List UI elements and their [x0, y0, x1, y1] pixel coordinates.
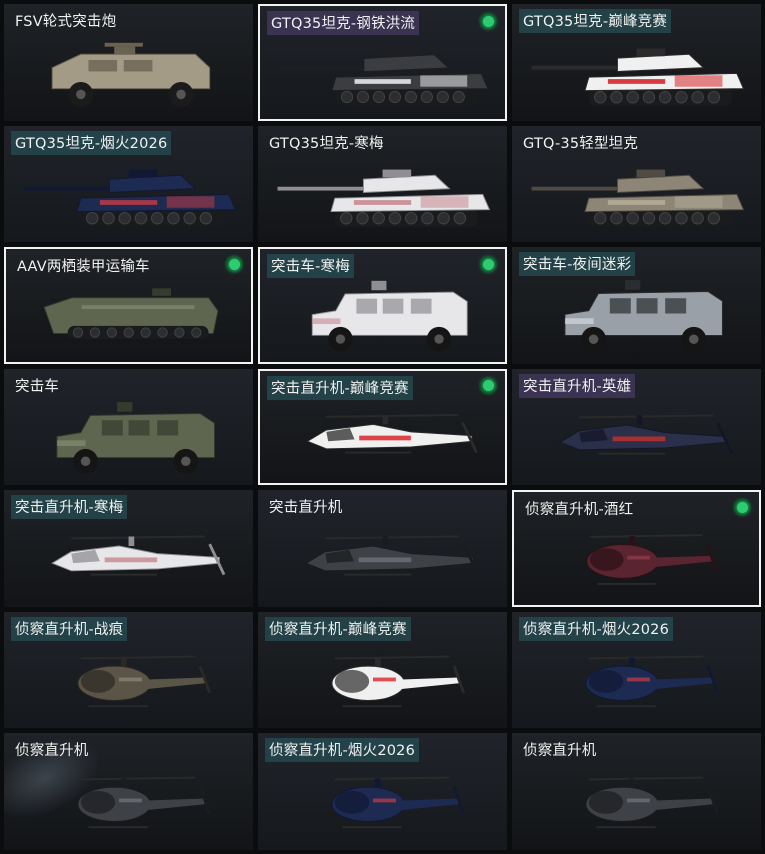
vehicle-image [258, 632, 507, 729]
vehicle-card[interactable]: GTQ35坦克-烟火2026 [4, 125, 253, 243]
vehicle-name: GTQ35坦克-寒梅 [269, 135, 384, 152]
vehicle-card[interactable]: 侦察直升机 [4, 733, 253, 850]
vehicle-card[interactable]: GTQ35坦克-钢铁洪流 [258, 4, 507, 121]
scout-helicopter-illustration [331, 655, 465, 707]
vehicle-image [4, 24, 253, 121]
scout-helicopter-illustration [585, 655, 719, 707]
vehicle-image [6, 269, 251, 362]
tank-illustration [531, 48, 745, 106]
tank-illustration [279, 48, 489, 106]
vehicle-name: GTQ35坦克-巅峰竞赛 [519, 9, 672, 33]
vehicle-image [260, 26, 505, 119]
vehicle-card[interactable]: 侦察直升机-烟火2026 [258, 733, 507, 850]
vehicle-card[interactable]: AAV两栖装甲运输车 [4, 247, 253, 364]
vehicle-card[interactable]: 侦察直升机-战痕 [4, 611, 253, 729]
tank-illustration [23, 169, 237, 228]
scout-helicopter-illustration [77, 776, 211, 829]
tank-illustration [277, 169, 491, 228]
vehicle-image [260, 391, 505, 484]
scout-helicopter-illustration [77, 655, 211, 707]
vehicle-card[interactable]: 突击车 [4, 368, 253, 486]
attack-helicopter-illustration [51, 535, 226, 576]
vehicle-name: 侦察直升机-战痕 [11, 616, 128, 641]
assault-vehicle-illustration [311, 280, 468, 352]
vehicle-card[interactable]: 突击车-寒梅 [258, 247, 507, 364]
vehicle-skin-grid: FSV轮式突击炮 GTQ35坦克-钢铁洪流 GTQ35坦克-巅峰竞赛 GTQ35… [4, 4, 761, 850]
vehicle-image [512, 632, 761, 729]
vehicle-name: 侦察直升机-酒红 [525, 502, 634, 519]
attack-helicopter-illustration [559, 414, 734, 455]
scout-helicopter-illustration [331, 776, 465, 829]
vehicle-image [512, 753, 761, 850]
scout-helicopter-illustration [586, 534, 718, 585]
vehicle-name: GTQ35坦克-烟火2026 [11, 130, 172, 155]
scout-helicopter-illustration [585, 776, 719, 829]
vehicle-name: 突击直升机-巅峰竞赛 [267, 375, 413, 400]
vehicle-card[interactable]: GTQ35坦克-巅峰竞赛 [512, 4, 761, 121]
vehicle-name: GTQ-35轻型坦克 [523, 135, 639, 152]
vehicle-name: 侦察直升机-烟火2026 [265, 738, 420, 763]
vehicle-card[interactable]: GTQ35坦克-寒梅 [258, 125, 507, 243]
vehicle-name: GTQ35坦克-钢铁洪流 [267, 11, 420, 35]
vehicle-name: 侦察直升机 [15, 743, 89, 760]
vehicle-name: 侦察直升机-烟火2026 [519, 616, 674, 641]
vehicle-name: AAV两栖装甲运输车 [17, 259, 150, 276]
vehicle-image [258, 146, 507, 243]
vehicle-image [4, 389, 253, 486]
vehicle-name: 突击车-寒梅 [267, 254, 354, 279]
attack-helicopter-illustration [305, 535, 480, 576]
vehicle-name: 侦察直升机 [523, 743, 597, 760]
vehicle-card[interactable]: 侦察直升机-酒红 [512, 490, 761, 607]
vehicle-name: 突击直升机-寒梅 [11, 495, 128, 520]
vehicle-image [258, 510, 507, 607]
vehicle-name: 突击直升机-英雄 [519, 373, 636, 398]
vehicle-card[interactable]: 侦察直升机 [512, 733, 761, 850]
vehicle-card[interactable]: 突击直升机 [258, 490, 507, 607]
tank-illustration [531, 169, 745, 228]
equipped-indicator-icon [479, 12, 497, 30]
attack-helicopter-illustration [306, 414, 478, 454]
vehicle-card[interactable]: 突击直升机-巅峰竞赛 [258, 368, 507, 486]
armored-car-illustration [51, 42, 211, 107]
vehicle-image [512, 146, 761, 243]
vehicle-image [512, 389, 761, 486]
amphibious-carrier-illustration [43, 288, 219, 339]
vehicle-image [4, 753, 253, 850]
vehicle-image [512, 267, 761, 364]
vehicle-card[interactable]: 侦察直升机-烟火2026 [512, 611, 761, 729]
vehicle-image [260, 269, 505, 362]
vehicle-name: 侦察直升机-巅峰竞赛 [265, 616, 411, 641]
vehicle-image [4, 146, 253, 243]
vehicle-image [4, 510, 253, 607]
equipped-indicator-icon [479, 376, 497, 395]
assault-vehicle-illustration [56, 401, 215, 474]
vehicle-card[interactable]: 突击直升机-寒梅 [4, 490, 253, 607]
vehicle-image [4, 632, 253, 729]
vehicle-card[interactable]: FSV轮式突击炮 [4, 4, 253, 121]
vehicle-card[interactable]: GTQ-35轻型坦克 [512, 125, 761, 243]
vehicle-image [258, 753, 507, 850]
vehicle-image [512, 24, 761, 121]
vehicle-name: 突击车-夜间迷彩 [519, 252, 636, 277]
vehicle-card[interactable]: 突击车-夜间迷彩 [512, 247, 761, 364]
vehicle-card[interactable]: 侦察直升机-巅峰竞赛 [258, 611, 507, 729]
vehicle-name: FSV轮式突击炮 [15, 14, 117, 30]
vehicle-card[interactable]: 突击直升机-英雄 [512, 368, 761, 486]
assault-vehicle-illustration [564, 280, 723, 352]
vehicle-image [514, 512, 759, 605]
vehicle-name: 突击直升机 [269, 500, 343, 517]
vehicle-name: 突击车 [15, 378, 60, 395]
